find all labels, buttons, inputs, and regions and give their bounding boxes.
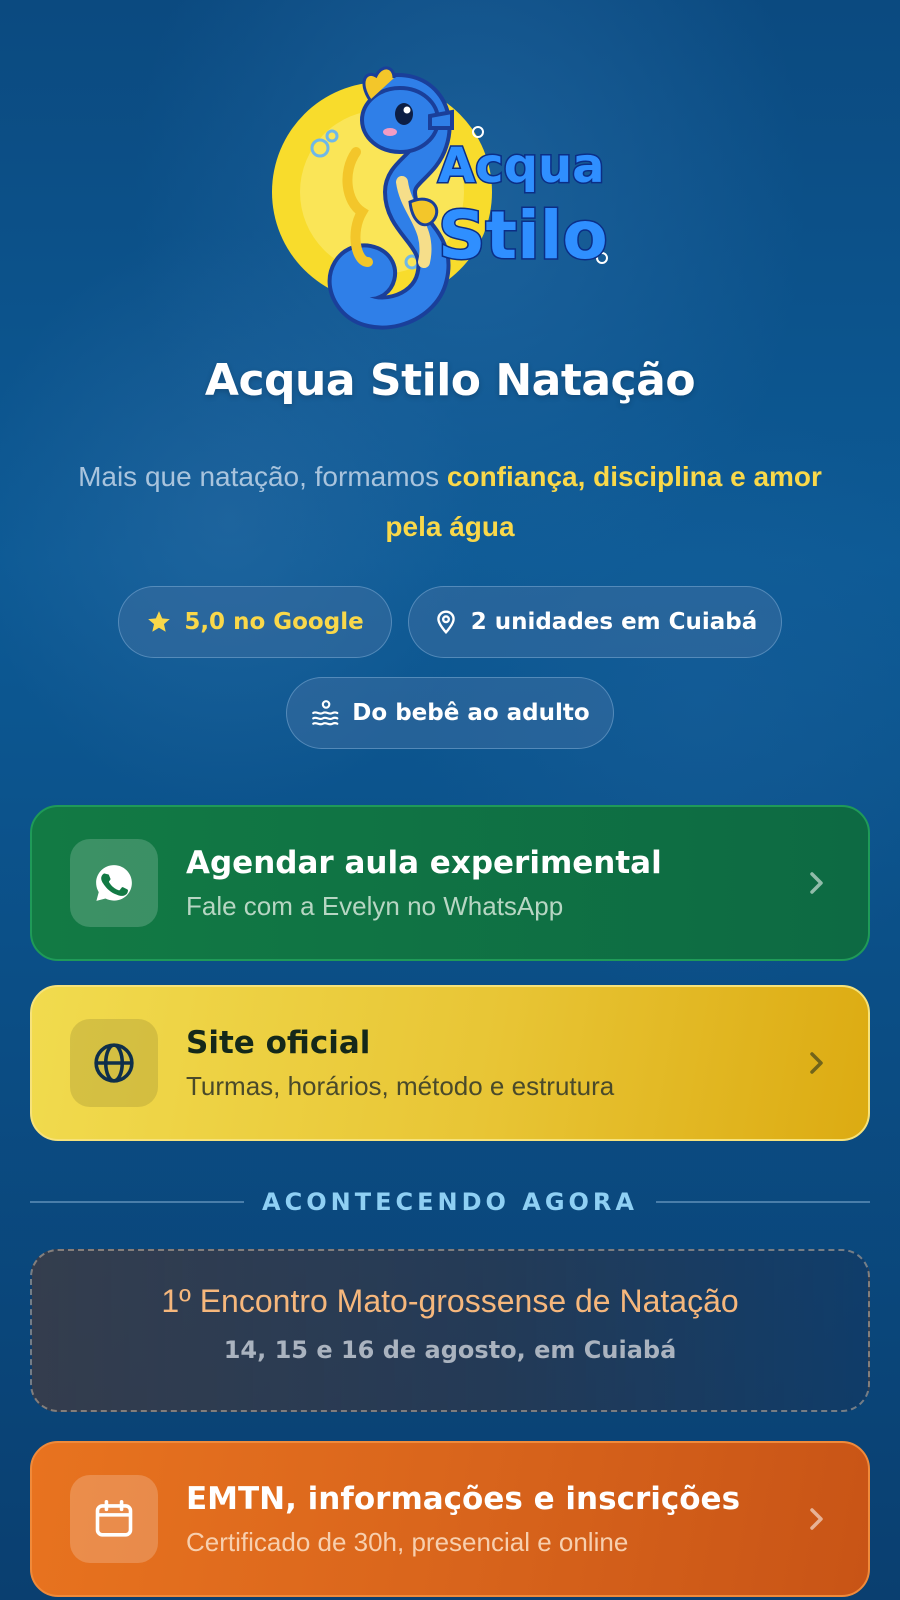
tagline: Mais que natação, formamos confiança, di…: [60, 452, 840, 552]
logo-text-stilo: Stilo: [438, 197, 608, 274]
chevron-right-icon: [810, 872, 823, 894]
whatsapp-icon: [96, 865, 132, 901]
ages-label: Do bebê ao adulto: [352, 700, 590, 726]
whatsapp-link-card[interactable]: Agendar aula experimental Fale com a Eve…: [30, 805, 870, 961]
tagline-plain: Mais que natação, formamos: [78, 461, 447, 492]
divider-line-right: [655, 1201, 871, 1203]
event-announcement: 1º Encontro Mato-grossense de Natação 14…: [30, 1249, 870, 1412]
google-rating-label: 5,0 no Google: [184, 609, 364, 635]
tagline-highlight: confiança, disciplina e amor pela água: [385, 461, 822, 542]
section-label: ACONTECENDO AGORA: [262, 1188, 638, 1216]
event-date: 14, 15 e 16 de agosto, em Cuiabá: [223, 1336, 677, 1364]
globe-icon-tile: [70, 1019, 158, 1107]
section-divider: ACONTECENDO AGORA: [30, 1187, 871, 1217]
globe-icon: [94, 1043, 134, 1083]
page-title: Acqua Stilo Natação: [204, 355, 696, 406]
site-card-subtitle: Turmas, horários, método e estrutura: [186, 1071, 615, 1101]
calendar-icon-tile: [70, 1475, 158, 1563]
official-site-link-card[interactable]: Site oficial Turmas, horários, método e …: [30, 985, 870, 1141]
star-icon: [148, 611, 171, 632]
ages-chip: Do bebê ao adulto: [286, 677, 614, 749]
whatsapp-icon-tile: [70, 839, 158, 927]
emtn-card-subtitle: Certificado de 30h, presencial e online: [186, 1527, 629, 1557]
logo-text-acqua: Acqua: [438, 138, 605, 194]
units-label: 2 unidades em Cuiabá: [470, 609, 758, 635]
units-chip: 2 unidades em Cuiabá: [408, 586, 782, 658]
location-pin-icon: [436, 610, 455, 635]
calendar-icon: [95, 1500, 133, 1537]
whatsapp-card-subtitle: Fale com a Evelyn no WhatsApp: [186, 891, 564, 921]
chevron-right-icon: [810, 1508, 823, 1530]
whatsapp-card-title: Agendar aula experimental: [186, 845, 662, 881]
seahorse-logo-icon: Acqua Stilo: [272, 66, 609, 330]
event-title: 1º Encontro Mato-grossense de Natação: [161, 1283, 739, 1319]
chevron-right-icon: [810, 1052, 823, 1074]
site-card-title: Site oficial: [186, 1025, 371, 1061]
emtn-link-card[interactable]: EMTN, informações e inscrições Certifica…: [30, 1441, 870, 1597]
google-rating-chip: 5,0 no Google: [118, 586, 392, 658]
swimmer-icon: [312, 700, 339, 726]
brand-logo: Acqua Stilo: [272, 62, 632, 332]
emtn-card-title: EMTN, informações e inscrições: [186, 1481, 741, 1517]
divider-line-left: [30, 1201, 245, 1203]
